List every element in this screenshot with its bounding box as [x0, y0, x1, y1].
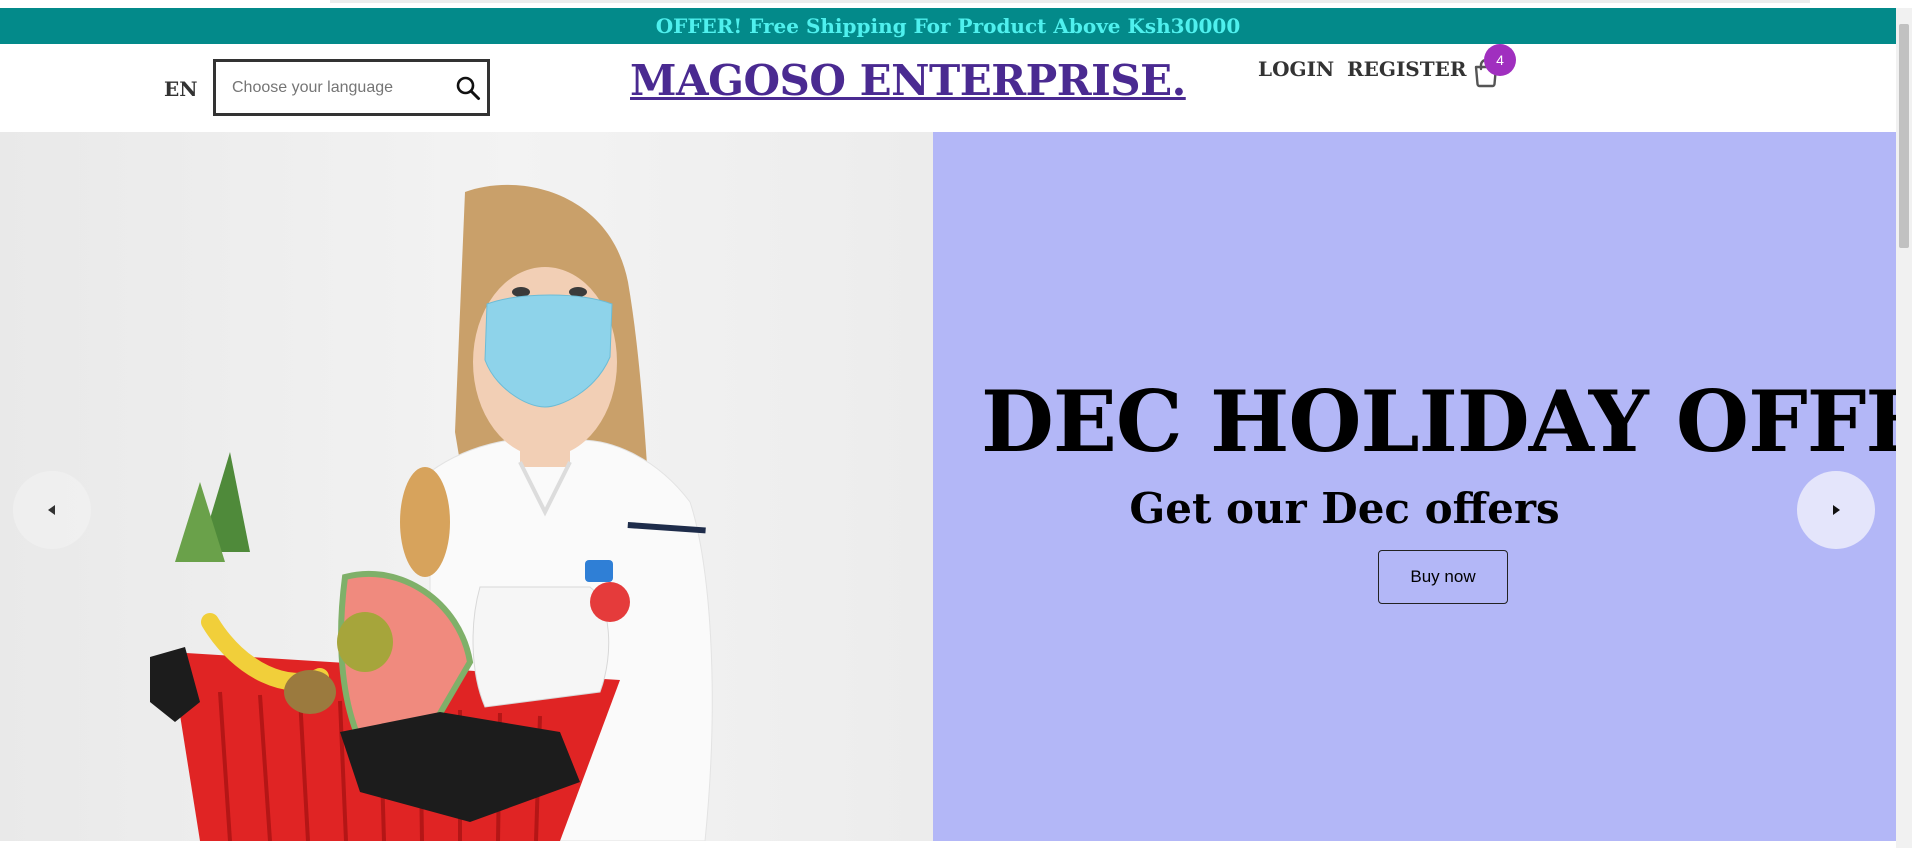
search-icon[interactable] — [455, 75, 481, 101]
offer-text: OFFER! Free Shipping For Product Above K… — [655, 14, 1241, 38]
top-divider — [330, 0, 1810, 3]
slide-subtitle: Get our Dec offers — [1129, 484, 1560, 533]
language-selector[interactable]: EN — [164, 77, 198, 101]
hero-slider: DEC HOLIDAY OFFERS Get our Dec offers Bu… — [0, 132, 1896, 841]
woman-with-grocery-basket-image — [150, 184, 713, 841]
buy-now-button[interactable]: Buy now — [1378, 550, 1508, 604]
arrow-left-icon — [48, 505, 55, 515]
search-input[interactable] — [216, 62, 441, 113]
navbar: EN MAGOSO ENTERPRISE. LOGIN REGISTER 4 — [0, 44, 1896, 132]
cart-count-badge: 4 — [1484, 44, 1516, 76]
arrow-right-icon — [1833, 505, 1840, 515]
slider-prev-button[interactable] — [13, 471, 91, 549]
vertical-scrollbar[interactable] — [1896, 8, 1912, 848]
search-container — [213, 59, 490, 116]
slider-next-button[interactable] — [1797, 471, 1875, 549]
hero-slide-info: DEC HOLIDAY OFFERS Get our Dec offers Bu… — [933, 132, 1896, 841]
login-link[interactable]: LOGIN — [1258, 57, 1334, 81]
register-link[interactable]: REGISTER — [1347, 57, 1467, 81]
brand-logo[interactable]: MAGOSO ENTERPRISE. — [630, 56, 1186, 105]
browser-top-strip — [0, 0, 1912, 8]
slide-title: DEC HOLIDAY OFFERS — [981, 372, 1896, 471]
page-bottom-edge — [0, 841, 1896, 848]
offer-announcement-bar: OFFER! Free Shipping For Product Above K… — [0, 8, 1896, 44]
scrollbar-thumb[interactable] — [1899, 24, 1909, 248]
hero-image — [0, 132, 933, 841]
